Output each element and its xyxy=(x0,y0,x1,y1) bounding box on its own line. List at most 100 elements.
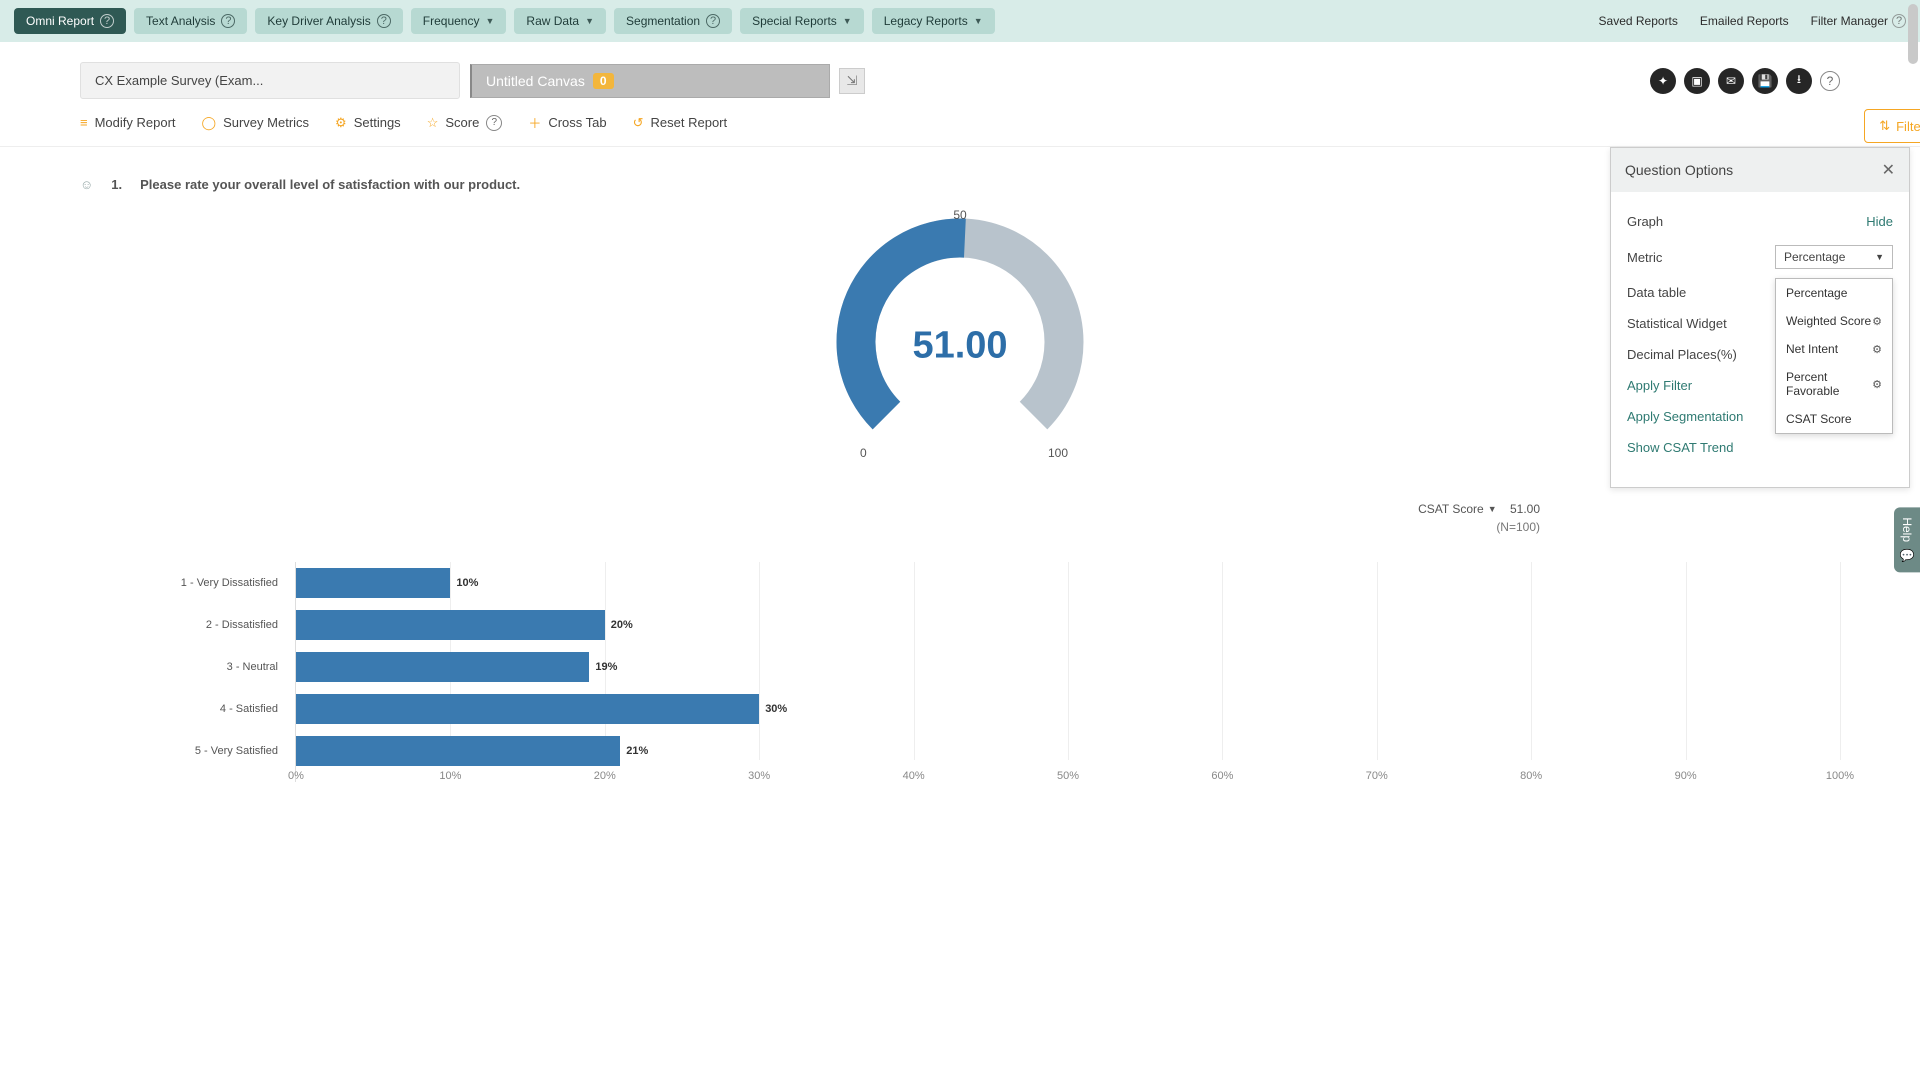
nav-frequency[interactable]: Frequency ▼ xyxy=(411,8,507,34)
bar-row: 4 - Satisfied30% xyxy=(296,694,1840,724)
help-icon: ? xyxy=(706,14,720,28)
csat-label-dropdown[interactable]: CSAT Score ▼ xyxy=(1418,502,1497,516)
metric-option-percentage[interactable]: Percentage xyxy=(1776,279,1892,307)
metric-option-net-intent[interactable]: Net Intent ⚙ xyxy=(1776,335,1892,363)
question-options-panel: Question Options ✕ Graph Hide Metric Per… xyxy=(1610,147,1910,488)
x-axis-tick-label: 60% xyxy=(1211,770,1233,782)
tool-cross-tab[interactable]: ＋ Cross Tab xyxy=(528,113,606,132)
nav-special-reports[interactable]: Special Reports ▼ xyxy=(740,8,864,34)
nav-label: Legacy Reports xyxy=(884,14,968,28)
present-icon[interactable]: ▣ xyxy=(1684,68,1710,94)
gauge-chart: 51.00 0 50 100 xyxy=(830,212,1090,492)
download-icon[interactable]: ⭳ xyxy=(1786,68,1812,94)
help-icon: ? xyxy=(221,14,235,28)
link-label: Saved Reports xyxy=(1599,14,1678,28)
bar-value-label: 19% xyxy=(595,661,617,673)
help-icon: ? xyxy=(1892,14,1906,28)
tool-survey-metrics[interactable]: ◯ Survey Metrics xyxy=(202,115,310,131)
tool-settings[interactable]: ⚙ Settings xyxy=(335,115,401,131)
bar-value-label: 30% xyxy=(765,703,787,715)
option-label: Percent Favorable xyxy=(1786,370,1872,398)
filter-button[interactable]: ⇅ Filter xyxy=(1864,109,1920,143)
link-saved-reports[interactable]: Saved Reports xyxy=(1599,14,1678,28)
tool-label: Modify Report xyxy=(95,115,176,130)
csat-value: 51.00 xyxy=(1510,502,1540,516)
bar-category-label: 5 - Very Satisfied xyxy=(81,736,286,766)
nav-label: Text Analysis xyxy=(146,14,215,28)
help-icon: ? xyxy=(100,14,114,28)
close-icon[interactable]: ✕ xyxy=(1882,160,1895,180)
metric-option-weighted-score[interactable]: Weighted Score ⚙ xyxy=(1776,307,1892,335)
reset-icon: ↺ xyxy=(633,115,644,131)
gear-icon[interactable]: ⚙ xyxy=(1872,343,1882,356)
nav-omni-report[interactable]: Omni Report ? xyxy=(14,8,126,34)
bar xyxy=(296,610,605,640)
option-label: Weighted Score xyxy=(1786,314,1871,328)
chevron-down-icon: ▼ xyxy=(485,16,494,26)
metric-option-percent-favorable[interactable]: Percent Favorable ⚙ xyxy=(1776,363,1892,405)
nav-key-driver[interactable]: Key Driver Analysis ? xyxy=(255,8,402,34)
bar-value-label: 20% xyxy=(611,619,633,631)
gauge-value: 51.00 xyxy=(912,325,1007,368)
nav-legacy-reports[interactable]: Legacy Reports ▼ xyxy=(872,8,995,34)
bar xyxy=(296,652,589,682)
canvas-badge: 0 xyxy=(593,73,614,89)
add-canvas-button[interactable]: ⇲ xyxy=(839,68,865,94)
metric-option-csat-score[interactable]: CSAT Score xyxy=(1776,405,1892,433)
nav-label: Special Reports xyxy=(752,14,837,28)
bar xyxy=(296,694,759,724)
x-axis-tick-label: 0% xyxy=(288,770,304,782)
nav-raw-data[interactable]: Raw Data ▼ xyxy=(514,8,606,34)
link-filter-manager[interactable]: Filter Manager ? xyxy=(1811,14,1906,28)
x-axis-tick-label: 20% xyxy=(594,770,616,782)
filter-icon: ⇅ xyxy=(1879,118,1890,134)
csat-score-row: CSAT Score ▼ 51.00 xyxy=(80,502,1840,516)
options-hide-link[interactable]: Hide xyxy=(1866,214,1893,229)
tool-label: Cross Tab xyxy=(548,115,606,130)
save-icon[interactable]: 💾 xyxy=(1752,68,1778,94)
link-emailed-reports[interactable]: Emailed Reports xyxy=(1700,14,1789,28)
x-axis-tick-label: 30% xyxy=(748,770,770,782)
gridline xyxy=(1840,562,1841,760)
bar-row: 2 - Dissatisfied20% xyxy=(296,610,1840,640)
tool-score[interactable]: ☆ Score ? xyxy=(427,115,503,131)
options-title: Question Options xyxy=(1625,162,1733,178)
gauge-mid-label: 50 xyxy=(953,208,966,222)
option-label: Percentage xyxy=(1786,286,1847,300)
bar-row: 1 - Very Dissatisfied10% xyxy=(296,568,1840,598)
top-nav-right: Saved Reports Emailed Reports Filter Man… xyxy=(1599,14,1906,28)
survey-title-select[interactable]: CX Example Survey (Exam... xyxy=(80,62,460,99)
help-label: Help xyxy=(1900,517,1914,542)
chevron-down-icon: ▼ xyxy=(843,16,852,26)
bar-value-label: 10% xyxy=(456,577,478,589)
options-body: Graph Hide Metric Percentage ▼ Data tabl… xyxy=(1611,192,1909,487)
scrollbar-thumb[interactable] xyxy=(1908,4,1918,64)
gear-icon: ⚙ xyxy=(335,115,347,131)
canvas-tab[interactable]: Untitled Canvas 0 xyxy=(470,64,830,98)
email-icon[interactable]: ✉ xyxy=(1718,68,1744,94)
modify-icon: ≡ xyxy=(80,115,88,130)
gauge-max-label: 100 xyxy=(1048,446,1068,460)
nav-segmentation[interactable]: Segmentation ? xyxy=(614,8,732,34)
help-icon[interactable]: ? xyxy=(1820,71,1840,91)
tool-modify-report[interactable]: ≡ Modify Report xyxy=(80,115,176,130)
help-side-tab[interactable]: Help 💬 xyxy=(1894,507,1920,572)
option-label: Net Intent xyxy=(1786,342,1838,356)
nav-text-analysis[interactable]: Text Analysis ? xyxy=(134,8,247,34)
link-label: Filter Manager xyxy=(1811,14,1888,28)
share-icon[interactable]: ✦ xyxy=(1650,68,1676,94)
gear-icon[interactable]: ⚙ xyxy=(1872,378,1882,391)
options-metric-label: Metric xyxy=(1627,250,1662,265)
nav-label: Segmentation xyxy=(626,14,700,28)
question-text: Please rate your overall level of satisf… xyxy=(140,177,520,192)
metric-dropdown[interactable]: Percentage ▼ xyxy=(1775,245,1893,269)
options-show-trend[interactable]: Show CSAT Trend xyxy=(1627,432,1893,463)
bar-category-label: 3 - Neutral xyxy=(81,652,286,682)
x-axis-tick-label: 10% xyxy=(439,770,461,782)
bar-category-label: 1 - Very Dissatisfied xyxy=(81,568,286,598)
help-icon: ? xyxy=(377,14,391,28)
tool-reset-report[interactable]: ↺ Reset Report xyxy=(633,115,728,131)
bar-category-label: 2 - Dissatisfied xyxy=(81,610,286,640)
options-header: Question Options ✕ xyxy=(1611,148,1909,192)
gear-icon[interactable]: ⚙ xyxy=(1872,315,1882,328)
